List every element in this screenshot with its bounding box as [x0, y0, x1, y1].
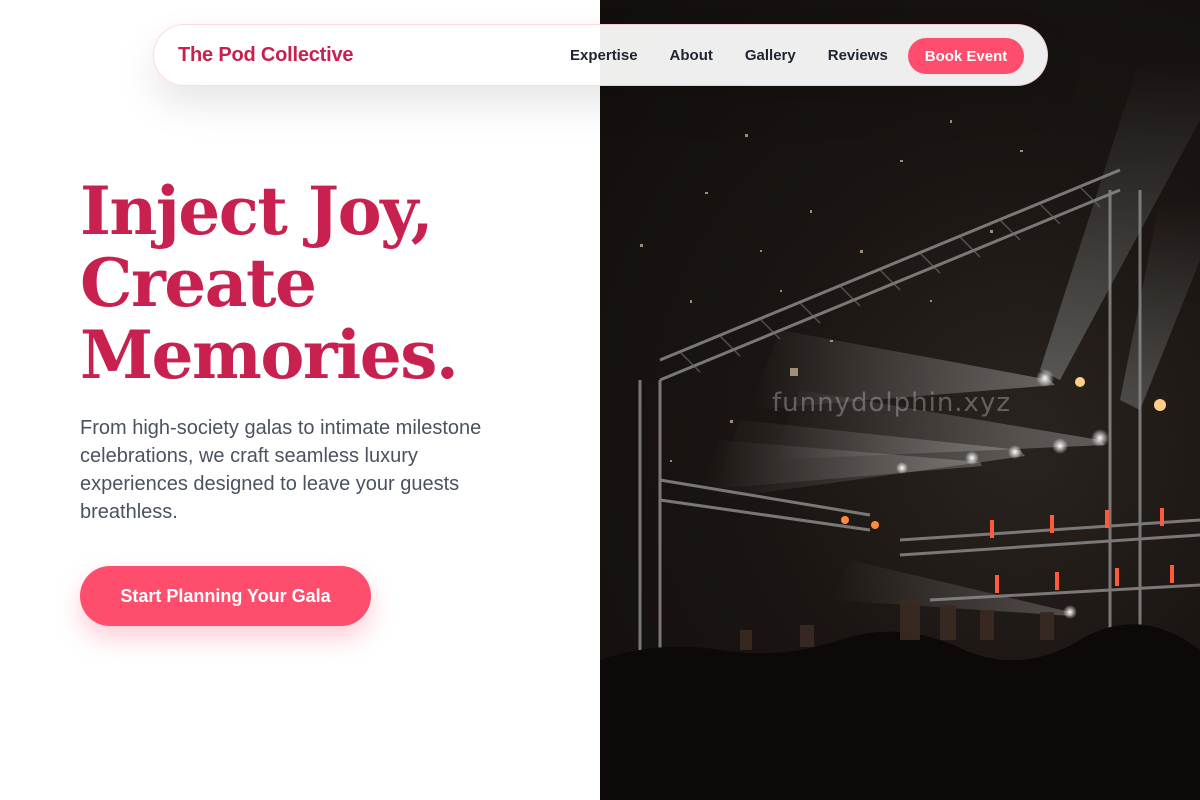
nav-link-reviews[interactable]: Reviews — [828, 47, 888, 64]
nav-link-about[interactable]: About — [670, 47, 713, 64]
hero-headline: Inject Joy, Create Memories. — [80, 175, 580, 391]
hero-image: funnydolphin.xyz — [600, 0, 1200, 800]
hero-subtext: From high-society galas to intimate mile… — [80, 417, 482, 523]
headline-line-3: Memories. — [80, 316, 459, 394]
start-planning-button[interactable]: Start Planning Your Gala — [80, 566, 371, 626]
nav-link-gallery[interactable]: Gallery — [745, 47, 796, 64]
headline-line-2: Create — [80, 244, 317, 322]
top-navbar: The Pod Collective Expertise About Galle… — [153, 24, 1048, 86]
headline-line-1: Inject Joy, — [80, 172, 434, 250]
book-event-button[interactable]: Book Event — [908, 38, 1024, 74]
nav-link-expertise[interactable]: Expertise — [570, 47, 638, 64]
nav-links: Expertise About Gallery Reviews — [570, 47, 920, 64]
brand-logo[interactable]: The Pod Collective — [178, 44, 354, 67]
watermark-text: funnydolphin.xyz — [772, 388, 1011, 418]
